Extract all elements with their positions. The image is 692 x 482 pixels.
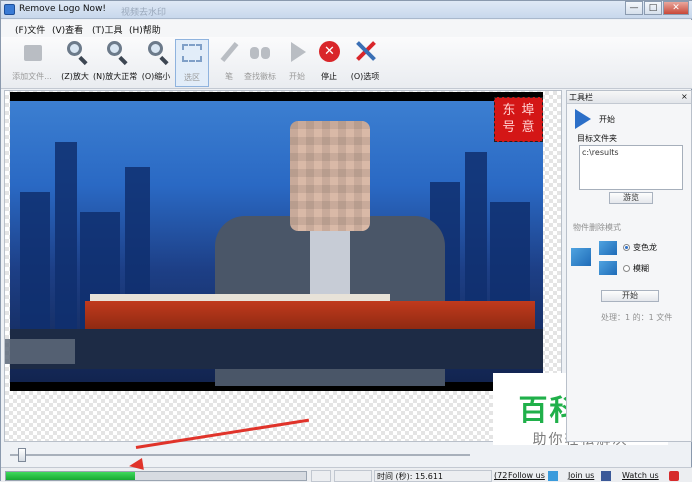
- join-us-link[interactable]: Join us: [568, 471, 594, 480]
- timeline-slider[interactable]: [4, 445, 690, 465]
- target-folder-field[interactable]: c:\results: [579, 145, 683, 190]
- youtube-icon[interactable]: [669, 471, 679, 481]
- zoom-in-label: (Z)放大: [61, 72, 89, 81]
- toolbox-close-icon[interactable]: ×: [681, 92, 688, 101]
- maximize-button[interactable]: □: [644, 1, 662, 15]
- pen-button[interactable]: 笔: [215, 39, 243, 87]
- progress-fill: [6, 472, 135, 480]
- chameleon-radio[interactable]: [623, 244, 630, 251]
- menu-view[interactable]: (V)查看: [52, 23, 83, 36]
- menu-bar: (F)文件 (V)查看 (T)工具 (H)帮助: [1, 20, 692, 37]
- zoom-out-label: (O)缩小: [141, 72, 171, 81]
- zoom-out-button[interactable]: (O)缩小: [139, 39, 173, 87]
- progress-bar: [5, 471, 307, 481]
- stop-button[interactable]: ✕ 停止: [314, 39, 344, 87]
- options-label: (O)选项: [350, 72, 380, 81]
- chameleon-label: 变色龙: [633, 243, 657, 252]
- selection-icon: [180, 40, 204, 66]
- panel-start-button[interactable]: 开始: [601, 290, 659, 302]
- watch-us-link[interactable]: Watch us: [622, 471, 659, 480]
- annotation-arrowhead: [128, 457, 144, 473]
- zoom-out-icon: [144, 39, 168, 65]
- time-readout: 时间 (秒): 15.611: [374, 470, 492, 482]
- play-icon: [285, 39, 309, 65]
- browse-button[interactable]: 游览: [609, 192, 653, 204]
- select-label: 选区: [184, 73, 200, 82]
- menu-tools[interactable]: (T)工具: [92, 23, 123, 36]
- folder-icon: [20, 39, 44, 65]
- news-banner: [85, 301, 535, 329]
- options-button[interactable]: (O)选项: [347, 39, 383, 87]
- pen-label: 笔: [225, 72, 233, 81]
- toolbox-title: 工具栏: [569, 93, 593, 102]
- selected-logo-region[interactable]: 东 埠 号 意: [494, 97, 543, 142]
- lower-third: [10, 329, 543, 369]
- binoculars-icon: [248, 39, 272, 65]
- menu-file[interactable]: (F)文件: [15, 23, 45, 36]
- zoom-normal-icon: [103, 39, 127, 65]
- zoom-normal-button[interactable]: (N)放大正常: [93, 39, 137, 87]
- ghost-title-text: 视频去水印: [121, 8, 167, 18]
- blur-icon: [599, 261, 617, 275]
- slider-thumb[interactable]: [18, 448, 26, 462]
- find-logo-label: 查找徽标: [244, 72, 276, 81]
- select-region-button[interactable]: 选区: [175, 39, 209, 87]
- removal-mode-label: 物件删除模式: [573, 223, 621, 232]
- zoom-in-icon: [63, 39, 87, 65]
- app-icon: [4, 4, 15, 15]
- toolbar: 添加文件... (Z)放大 (N)放大正常 (O)缩小 选区 笔 查找徽标 开始…: [1, 37, 692, 89]
- chameleon-icon: [599, 241, 617, 255]
- count-text: (72: [494, 471, 508, 480]
- mode-preview-icon: [571, 248, 591, 266]
- toolbox-header: 工具栏 ×: [567, 91, 691, 104]
- zoom-normal-label: (N)放大正常: [93, 72, 138, 81]
- preview-canvas[interactable]: 东 埠 号 意: [4, 90, 562, 442]
- add-file-button[interactable]: 添加文件...: [9, 39, 55, 87]
- app-window: Remove Logo Now! 视频去水印 — □ ✕ (F)文件 (V)查看…: [0, 0, 692, 482]
- title-bar: Remove Logo Now! 视频去水印 — □ ✕: [1, 1, 692, 19]
- add-file-label: 添加文件...: [12, 72, 52, 81]
- play-icon[interactable]: [575, 109, 591, 129]
- twitter-icon[interactable]: [548, 471, 558, 481]
- pen-icon: [217, 39, 241, 65]
- status-bar: 时间 (秒): 15.611 (72 Follow us Join us Wat…: [1, 467, 692, 482]
- stop-label: 停止: [321, 72, 337, 81]
- find-logo-button[interactable]: 查找徽标: [243, 39, 277, 87]
- zoom-in-button[interactable]: (Z)放大: [59, 39, 91, 87]
- follow-us-link[interactable]: Follow us: [508, 471, 545, 480]
- start-button[interactable]: 开始: [283, 39, 311, 87]
- menu-help[interactable]: (H)帮助: [129, 23, 161, 36]
- logo-text: 东 埠 号 意: [502, 103, 536, 135]
- blur-label: 模糊: [633, 264, 649, 273]
- stop-icon: ✕: [317, 39, 341, 65]
- processing-status: 处理：1 的：1 文件: [601, 313, 673, 322]
- window-title: Remove Logo Now!: [19, 4, 107, 14]
- video-frame: 东 埠 号 意: [10, 92, 543, 391]
- target-folder-label: 目标文件夹: [577, 134, 617, 143]
- pixelated-overlay: [5, 339, 75, 364]
- close-button[interactable]: ✕: [663, 1, 689, 15]
- start-label: 开始: [289, 72, 305, 81]
- panel-start-label[interactable]: 开始: [599, 114, 615, 125]
- minimize-button[interactable]: —: [625, 1, 643, 15]
- toolbox-panel: 工具栏 × 开始 目标文件夹 c:\results 游览 物件删除模式 变色龙 …: [566, 90, 692, 442]
- tools-icon: [353, 39, 377, 65]
- facebook-icon[interactable]: [601, 471, 611, 481]
- blur-radio[interactable]: [623, 265, 630, 272]
